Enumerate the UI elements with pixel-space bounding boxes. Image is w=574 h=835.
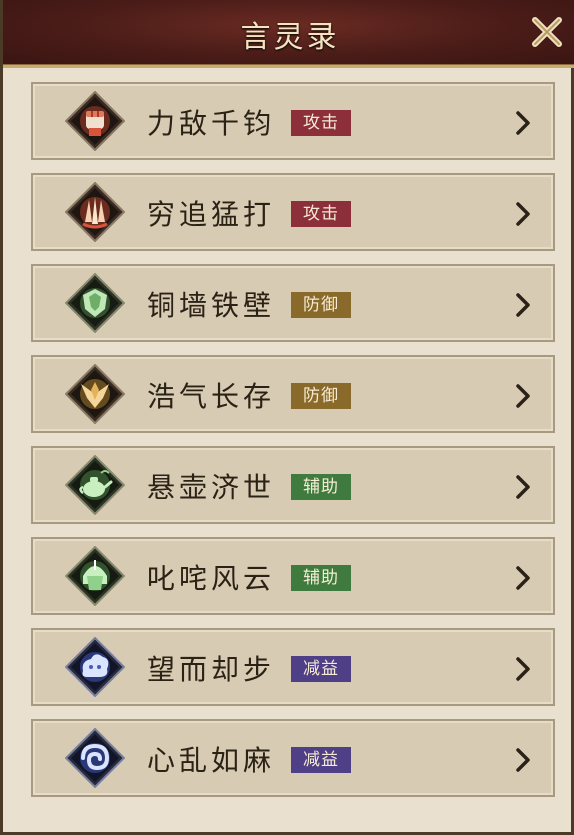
list-item[interactable]: 穷追猛打 攻击 [31, 173, 555, 251]
skill-type-badge: 防御 [291, 383, 351, 409]
winged-crest-icon [65, 364, 125, 424]
skill-name: 叱咤风云 [147, 562, 276, 595]
chevron-right-icon[interactable] [515, 292, 531, 318]
skill-type-badge: 辅助 [291, 565, 351, 591]
skill-name: 心乱如麻 [147, 744, 276, 777]
list-item[interactable]: 悬壶济世 辅助 [31, 446, 555, 524]
list-item[interactable]: 叱咤风云 辅助 [31, 537, 555, 615]
skill-panel: 言灵录 力敌千钧 攻击 穷追猛打 攻击 铜墙铁壁 防御 浩气长存 防御 悬壶济世… [0, 0, 574, 835]
list-item[interactable]: 心乱如麻 减益 [31, 719, 555, 797]
skill-name: 浩气长存 [147, 380, 276, 413]
list-item[interactable]: 望而却步 减益 [31, 628, 555, 706]
claw-icon [65, 182, 125, 242]
chevron-right-icon[interactable] [515, 201, 531, 227]
chevron-right-icon[interactable] [515, 110, 531, 136]
chevron-right-icon[interactable] [515, 656, 531, 682]
skill-list: 力敌千钧 攻击 穷追猛打 攻击 铜墙铁壁 防御 浩气长存 防御 悬壶济世 辅助 … [31, 82, 555, 810]
panel-header: 言灵录 [3, 0, 574, 68]
skill-type-badge: 防御 [291, 292, 351, 318]
skill-name: 望而却步 [147, 653, 276, 686]
skill-name: 穷追猛打 [147, 198, 276, 231]
helmet-icon [65, 546, 125, 606]
skill-name: 力敌千钧 [147, 107, 276, 140]
chevron-right-icon[interactable] [515, 747, 531, 773]
skill-type-badge: 攻击 [291, 201, 351, 227]
skill-type-badge: 减益 [291, 656, 351, 682]
swirl-icon [65, 728, 125, 788]
shield-crest-icon [65, 273, 125, 333]
chevron-right-icon[interactable] [515, 474, 531, 500]
cloud-fear-icon [65, 637, 125, 697]
skill-name: 悬壶济世 [147, 471, 276, 504]
list-item[interactable]: 铜墙铁壁 防御 [31, 264, 555, 342]
chevron-right-icon[interactable] [515, 565, 531, 591]
close-icon[interactable] [527, 12, 567, 52]
skill-type-badge: 攻击 [291, 110, 351, 136]
skill-name: 铜墙铁壁 [147, 289, 276, 322]
panel-title: 言灵录 [240, 20, 340, 55]
list-item[interactable]: 浩气长存 防御 [31, 355, 555, 433]
skill-type-badge: 减益 [291, 747, 351, 773]
teapot-icon [65, 455, 125, 515]
fist-icon [65, 91, 125, 151]
skill-type-badge: 辅助 [291, 474, 351, 500]
list-item[interactable]: 力敌千钧 攻击 [31, 82, 555, 160]
chevron-right-icon[interactable] [515, 383, 531, 409]
